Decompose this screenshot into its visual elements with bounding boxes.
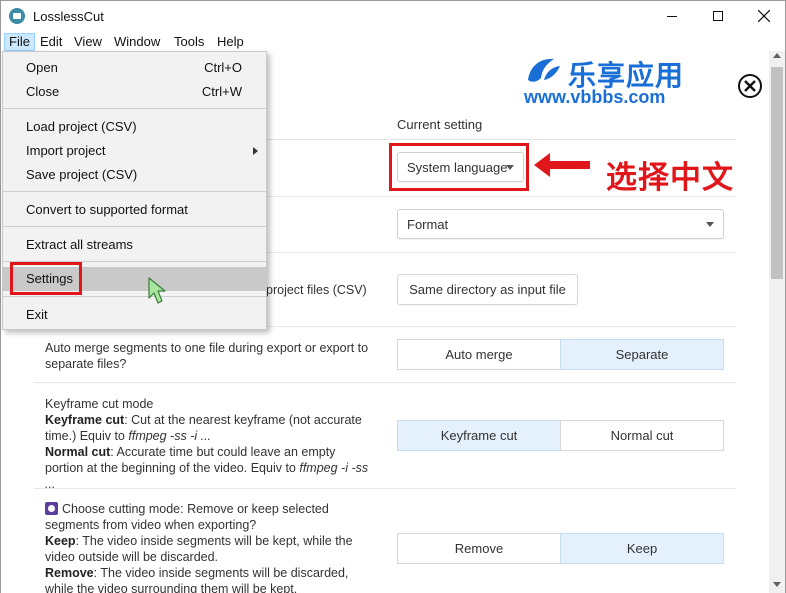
menu-save-project-label: Save project (CSV)	[26, 167, 138, 182]
menu-close-label: Close	[26, 84, 60, 99]
menu-import-project-label: Import project	[26, 143, 106, 158]
format-select[interactable]: Format	[397, 209, 724, 239]
remove-button[interactable]: Remove	[397, 533, 561, 564]
shortcut-label: Ctrl+O	[204, 60, 242, 75]
project-files-label: project files (CSV)	[266, 283, 367, 297]
menu-open-label: Open	[26, 60, 58, 75]
keyframe-bold: Keyframe cut	[45, 413, 125, 427]
menu-view[interactable]: View	[70, 33, 106, 51]
menu-help[interactable]: Help	[213, 33, 248, 51]
separate-button[interactable]: Separate	[560, 339, 724, 370]
minimize-icon	[667, 15, 677, 17]
red-arrow-icon	[534, 153, 590, 177]
auto-merge-label: Auto merge segments to one file during e…	[45, 341, 369, 371]
normal-cut-button[interactable]: Normal cut	[560, 420, 724, 451]
auto-merge-button[interactable]: Auto merge	[397, 339, 561, 370]
keyframe-cmd: ffmpeg -ss -i ...	[128, 429, 212, 443]
scrollbar[interactable]	[769, 51, 786, 593]
chevron-right-icon	[253, 147, 258, 155]
scroll-down-icon[interactable]	[773, 582, 781, 587]
app-icon	[9, 8, 25, 24]
row-divider	[34, 382, 736, 383]
menu-save-project[interactable]: Save project (CSV)	[3, 163, 266, 187]
menu-separator	[3, 226, 266, 227]
menu-load-project[interactable]: Load project (CSV)	[3, 115, 266, 139]
watermark: 乐享应用 www.vbbbs.com	[524, 54, 699, 107]
menu-tools[interactable]: Tools	[170, 33, 208, 51]
row-divider	[34, 488, 736, 489]
current-setting-header: Current setting	[397, 117, 483, 132]
title-bar: LosslessCut	[0, 0, 786, 31]
mouse-cursor-icon	[148, 277, 166, 304]
highlight-language	[389, 143, 529, 191]
menu-extract[interactable]: Extract all streams	[3, 233, 266, 257]
maximize-button[interactable]	[695, 1, 741, 31]
menu-separator	[3, 108, 266, 109]
keep-button[interactable]: Keep	[560, 533, 724, 564]
cutting-mode-label: Choose cutting mode: Remove or keep sele…	[45, 502, 329, 532]
scroll-thumb[interactable]	[771, 67, 783, 279]
watermark-logo-icon	[528, 58, 560, 82]
remove-bold: Remove	[45, 566, 94, 580]
menu-exit-label: Exit	[26, 307, 48, 322]
menu-import-project[interactable]: Import project	[3, 139, 266, 163]
close-settings-button[interactable]	[738, 74, 762, 98]
menu-bar: File Edit View Window Tools Help	[0, 31, 786, 51]
menu-extract-label: Extract all streams	[26, 237, 133, 252]
menu-window[interactable]: Window	[110, 33, 164, 51]
menu-edit[interactable]: Edit	[36, 33, 66, 51]
normal-bold: Normal cut	[45, 445, 111, 459]
close-window-button[interactable]	[741, 1, 786, 31]
keyframe-title: Keyframe cut mode	[45, 397, 154, 411]
highlight-settings	[10, 262, 82, 295]
menu-convert-label: Convert to supported format	[26, 202, 188, 217]
menu-load-project-label: Load project (CSV)	[26, 119, 137, 134]
chevron-down-icon	[706, 222, 714, 227]
menu-file[interactable]: File	[4, 33, 35, 51]
maximize-icon	[713, 11, 723, 21]
cut-mode-icon	[45, 502, 58, 515]
annotation-text: 选择中文	[606, 160, 734, 195]
menu-open[interactable]: Open Ctrl+O	[3, 56, 266, 80]
keep-desc: : The video inside segments will be kept…	[45, 534, 353, 564]
cutting-mode-description: Choose cutting mode: Remove or keep sele…	[45, 501, 375, 593]
format-select-value: Format	[407, 216, 449, 232]
keyframe-description: Keyframe cut mode Keyframe cut: Cut at t…	[45, 396, 375, 492]
minimize-button[interactable]	[649, 1, 695, 31]
scroll-up-icon[interactable]	[773, 53, 781, 58]
menu-convert[interactable]: Convert to supported format	[3, 198, 266, 222]
menu-separator	[3, 296, 266, 297]
keyframe-cut-button[interactable]: Keyframe cut	[397, 420, 561, 451]
close-icon	[744, 80, 756, 92]
menu-exit[interactable]: Exit	[3, 303, 266, 327]
window-title: LosslessCut	[33, 9, 104, 24]
shortcut-label: Ctrl+W	[201, 84, 242, 99]
watermark-url: www.vbbbs.com	[524, 87, 666, 107]
menu-separator	[3, 191, 266, 192]
keep-bold: Keep	[45, 534, 76, 548]
close-icon	[758, 10, 770, 22]
menu-close[interactable]: Close Ctrl+W	[3, 80, 266, 104]
project-dir-button[interactable]: Same directory as input file	[397, 274, 578, 305]
